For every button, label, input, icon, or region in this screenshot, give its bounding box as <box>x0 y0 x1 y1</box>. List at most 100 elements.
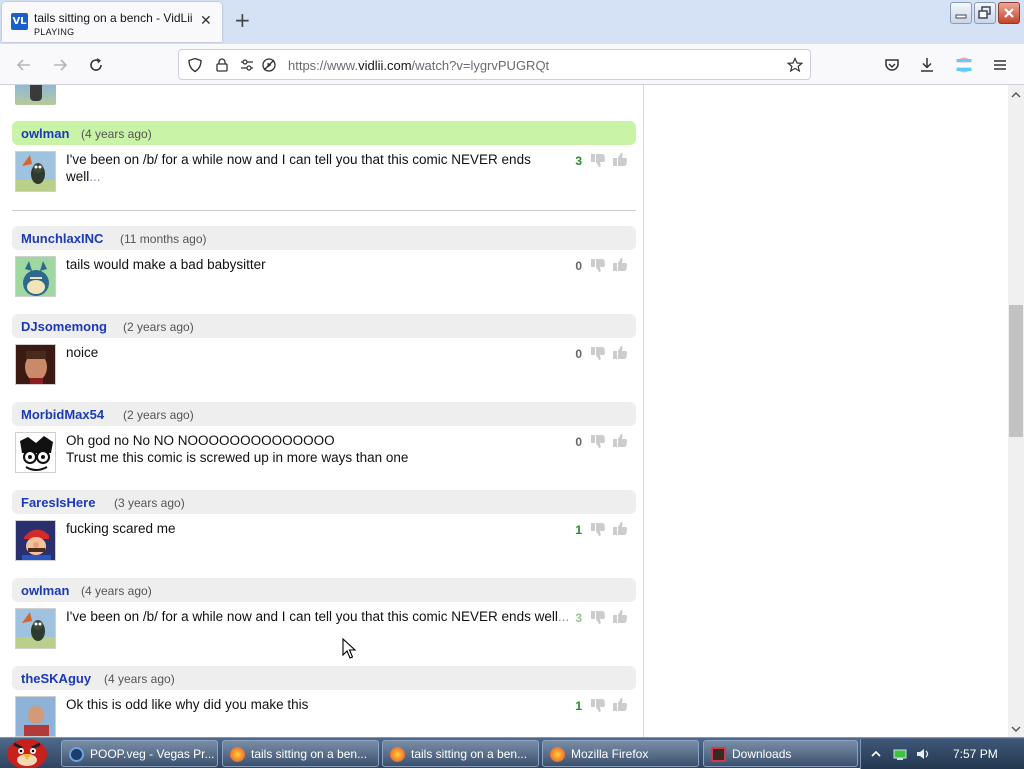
system-tray: 7:57 PM <box>860 739 1024 769</box>
comment-text: I've been on /b/ for a while now and I c… <box>66 152 556 185</box>
start-button-icon[interactable] <box>0 730 54 768</box>
comment-header: owlman (4 years ago) <box>12 121 636 145</box>
comment-header: DJsomemong (2 years ago) <box>12 314 636 338</box>
thumbs-up-icon[interactable] <box>611 432 629 450</box>
firefox-icon <box>230 747 245 762</box>
downloads-icon[interactable] <box>918 56 936 74</box>
comment-body: noice <box>66 345 99 360</box>
extension-flag-icon[interactable] <box>955 56 973 74</box>
minimize-button[interactable] <box>950 2 972 24</box>
pocket-icon[interactable] <box>883 56 901 74</box>
network-icon[interactable] <box>893 747 907 761</box>
autoplay-blocked-icon[interactable] <box>261 57 277 73</box>
comment-score: 0 <box>575 259 582 273</box>
firefox-icon <box>390 747 405 762</box>
tab-close-icon[interactable]: ✕ <box>200 14 212 28</box>
minimize-icon <box>955 14 967 19</box>
back-arrow-icon[interactable] <box>15 56 33 74</box>
taskbar-item-downloads[interactable]: Downloads <box>703 740 858 767</box>
comment-time: (3 years ago) <box>114 496 185 510</box>
volume-icon[interactable] <box>916 747 930 761</box>
read-more-link[interactable]: ... <box>89 169 100 184</box>
scroll-down-arrow-icon[interactable] <box>1010 723 1022 735</box>
scroll-up-arrow-icon[interactable] <box>1010 89 1022 101</box>
comment-username[interactable]: FaresIsHere <box>21 495 95 510</box>
comment-username[interactable]: MunchlaxINC <box>21 231 103 246</box>
thumbs-down-icon[interactable] <box>589 151 607 169</box>
comment-item: DJsomemong (2 years ago) noice 0 <box>12 314 636 398</box>
comment-text: Ok this is odd like why did you make thi… <box>66 697 556 714</box>
face-avatar[interactable] <box>15 344 56 385</box>
lock-icon[interactable] <box>214 57 230 73</box>
comment-item: owlman (4 years ago) I've been on /b/ fo… <box>12 121 636 205</box>
munchlax-avatar[interactable] <box>15 256 56 297</box>
thumbs-up-icon[interactable] <box>611 608 629 626</box>
comment-text: Oh god no No NO NOOOOOOOOOOOOOO Trust me … <box>66 433 556 466</box>
forward-arrow-icon[interactable] <box>51 56 69 74</box>
url-path: /watch?v=lygrvPUGRQt <box>411 58 550 73</box>
restore-button[interactable] <box>974 2 996 24</box>
comment-time: (11 months ago) <box>120 232 207 246</box>
mario-avatar[interactable] <box>15 520 56 561</box>
comment-username[interactable]: owlman <box>21 126 69 141</box>
show-hidden-icons-icon[interactable] <box>869 747 883 761</box>
permissions-icon[interactable] <box>239 57 255 73</box>
restore-icon <box>978 6 991 19</box>
comment-username[interactable]: MorbidMax54 <box>21 407 104 422</box>
thumbs-down-icon[interactable] <box>589 696 607 714</box>
comment-text: I've been on /b/ for a while now and I c… <box>66 609 586 626</box>
thumbs-up-icon[interactable] <box>611 520 629 538</box>
comment-body: Ok this is odd like why did you make thi… <box>66 697 309 712</box>
comment-time: (4 years ago) <box>104 672 175 686</box>
thumbs-down-icon[interactable] <box>589 520 607 538</box>
windows-taskbar: POOP.veg - Vegas Pr... tails sitting on … <box>0 737 1024 769</box>
taskbar-item-firefox[interactable]: Mozilla Firefox <box>542 740 699 767</box>
close-icon <box>1004 8 1014 18</box>
taskbar-item-label: Mozilla Firefox <box>571 747 649 761</box>
mouse-pointer-icon <box>342 638 356 659</box>
owl-avatar[interactable] <box>15 151 56 192</box>
bookmark-star-icon[interactable] <box>787 57 803 73</box>
owl-avatar[interactable] <box>15 608 56 649</box>
taskbar-item-label: POOP.veg - Vegas Pr... <box>90 747 215 761</box>
tracking-shield-icon[interactable] <box>187 57 203 73</box>
taskbar-item-label: tails sitting on a ben... <box>411 747 528 761</box>
comment-username[interactable]: owlman <box>21 583 69 598</box>
comment-section-divider <box>12 210 636 211</box>
thumbs-up-icon[interactable] <box>611 151 629 169</box>
comment-time: (4 years ago) <box>81 127 152 141</box>
taskbar-item-firefox[interactable]: tails sitting on a ben... <box>382 740 539 767</box>
page-content: owlman (4 years ago) I've been on /b/ fo… <box>0 85 1008 737</box>
thumbs-up-icon[interactable] <box>611 344 629 362</box>
comment-text: fucking scared me <box>66 521 556 538</box>
comment-header: FaresIsHere (3 years ago) <box>12 490 636 514</box>
tab-playing-label: PLAYING <box>34 27 75 37</box>
thumbs-down-icon[interactable] <box>589 608 607 626</box>
comment-username[interactable]: DJsomemong <box>21 319 107 334</box>
address-bar[interactable]: https://www.vidlii.com/watch?v=lygrvPUGR… <box>178 49 811 80</box>
browser-tab-active[interactable]: VL tails sitting on a bench - VidLii PLA… <box>2 2 222 42</box>
clock[interactable]: 7:57 PM <box>953 747 998 761</box>
taskbar-item-firefox[interactable]: tails sitting on a ben... <box>222 740 379 767</box>
cartoon-avatar[interactable] <box>15 432 56 473</box>
thumbs-down-icon[interactable] <box>589 432 607 450</box>
comment-item: FaresIsHere (3 years ago) fucking scared… <box>12 490 636 574</box>
comment-body: fucking scared me <box>66 521 176 536</box>
reload-icon[interactable] <box>87 56 105 74</box>
comment-body-line2: Trust me this comic is screwed up in mor… <box>66 449 409 465</box>
comment-score: 1 <box>575 699 582 713</box>
comment-item: MunchlaxINC (11 months ago) tails would … <box>12 226 636 310</box>
url-text[interactable]: https://www.vidlii.com/watch?v=lygrvPUGR… <box>288 58 549 73</box>
thumbs-down-icon[interactable] <box>589 344 607 362</box>
scrollbar-thumb[interactable] <box>1009 305 1023 437</box>
thumbs-up-icon[interactable] <box>611 256 629 274</box>
thumbs-down-icon[interactable] <box>589 256 607 274</box>
hamburger-menu-icon[interactable] <box>991 56 1009 74</box>
comment-score: 3 <box>575 154 582 168</box>
new-tab-plus-icon[interactable]: + <box>234 10 251 30</box>
close-window-button[interactable] <box>998 2 1020 24</box>
comment-username[interactable]: theSKAguy <box>21 671 91 686</box>
taskbar-item-vegas[interactable]: POOP.veg - Vegas Pr... <box>61 740 218 767</box>
partial-avatar[interactable] <box>15 85 56 105</box>
thumbs-up-icon[interactable] <box>611 696 629 714</box>
